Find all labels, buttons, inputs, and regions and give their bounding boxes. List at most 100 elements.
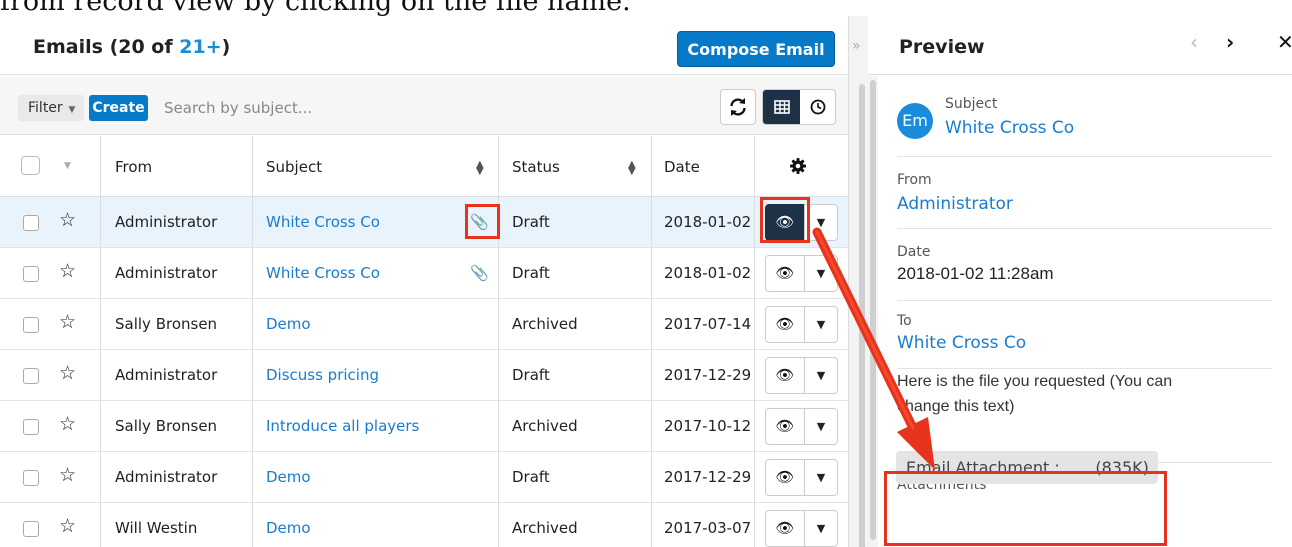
list-view-button[interactable] (763, 90, 800, 124)
subject-link[interactable]: Demo (266, 315, 311, 333)
column-divider (754, 197, 755, 248)
column-divider (651, 503, 652, 547)
column-divider (754, 503, 755, 547)
table-row[interactable]: ☆ Sally Bronsen Introduce all players Archi… (0, 401, 848, 452)
mass-actions-caret-icon[interactable]: ▼ (64, 161, 71, 171)
column-header-subject[interactable]: Subject (266, 158, 322, 176)
caret-down-icon: ▼ (65, 105, 76, 115)
list-count-link[interactable]: 21+ (179, 36, 221, 58)
subject-link[interactable]: Discuss pricing (266, 366, 379, 384)
row-checkbox[interactable] (23, 317, 39, 333)
row-checkbox[interactable] (23, 266, 39, 282)
star-icon[interactable]: ☆ (59, 464, 76, 486)
column-header-status[interactable]: Status (512, 158, 560, 176)
preview-button[interactable]: 👁 (765, 408, 805, 445)
collapse-panel-icon[interactable]: » (852, 38, 861, 54)
table-row[interactable]: ☆ Administrator Demo Draft 2017-12-29 👁 ▼ (0, 452, 848, 503)
row-checkbox[interactable] (23, 215, 39, 231)
star-icon[interactable]: ☆ (59, 413, 76, 435)
list-scrollbar[interactable]: » (848, 16, 868, 547)
scroll-thumb[interactable] (870, 80, 876, 540)
star-icon[interactable]: ☆ (59, 362, 76, 384)
close-icon[interactable]: ✕ (1277, 30, 1292, 54)
star-icon[interactable]: ☆ (59, 260, 76, 282)
select-all-checkbox[interactable] (21, 156, 40, 175)
column-header-date[interactable]: Date (664, 158, 700, 176)
row-checkbox[interactable] (23, 419, 39, 435)
preview-button[interactable]: 👁 (765, 255, 805, 292)
column-divider (252, 136, 253, 197)
next-record-icon[interactable]: › (1226, 30, 1234, 54)
row-actions-dropdown[interactable]: ▼ (804, 459, 838, 496)
subject-link[interactable]: White Cross Co (266, 264, 380, 282)
row-actions-dropdown[interactable]: ▼ (804, 408, 838, 445)
row-actions-dropdown[interactable]: ▼ (804, 255, 838, 292)
from-cell[interactable]: Administrator (115, 366, 217, 384)
gear-icon[interactable] (788, 156, 808, 176)
refresh-icon (730, 98, 746, 116)
compose-email-button[interactable]: Compose Email (677, 31, 835, 67)
from-cell[interactable]: Sally Bronsen (115, 315, 217, 333)
table-row[interactable]: ☆ Administrator White Cross Co 📎 Draft 2018-0… (0, 197, 848, 248)
preview-button[interactable]: 👁 (765, 510, 805, 547)
star-icon[interactable]: ☆ (59, 311, 76, 333)
date-cell: 2017-03-07 (664, 519, 752, 537)
caret-down-icon: ▼ (816, 216, 826, 229)
preview-panel: Preview ‹ › ✕ Em Subject White Cross Co … (868, 16, 1292, 547)
row-checkbox[interactable] (23, 368, 39, 384)
date-value: 2018-01-02 11:28am (897, 264, 1054, 283)
previous-record-icon[interactable]: ‹ (1190, 30, 1198, 54)
subject-value[interactable]: White Cross Co (945, 118, 1074, 138)
eye-icon: 👁 (775, 417, 795, 435)
star-icon[interactable]: ☆ (59, 515, 76, 537)
email-body-line: change this text) (897, 398, 1015, 415)
star-icon[interactable]: ☆ (59, 209, 76, 231)
preview-button[interactable]: 👁 (765, 306, 805, 343)
subject-label: Subject (945, 96, 998, 112)
subject-link[interactable]: White Cross Co (266, 213, 380, 231)
subject-link[interactable]: Demo (266, 468, 311, 486)
from-cell[interactable]: Sally Bronsen (115, 417, 217, 435)
table-row[interactable]: ☆ Administrator Discuss pricing Draft 2017-1… (0, 350, 848, 401)
preview-button[interactable]: 👁 (765, 459, 805, 496)
column-divider (100, 248, 101, 299)
filter-dropdown[interactable]: Filter ▼ (18, 95, 84, 121)
preview-button[interactable]: 👁 (765, 357, 805, 394)
table-row[interactable]: ☆ Administrator White Cross Co 📎 Draft 2018-0… (0, 248, 848, 299)
subject-link[interactable]: Introduce all players (266, 417, 419, 435)
table-row[interactable]: ☆ Will Westin Demo Archived 2017-03-07 👁 ▼ (0, 503, 848, 547)
to-value[interactable]: White Cross Co (897, 333, 1026, 353)
from-cell[interactable]: Administrator (115, 264, 217, 282)
search-input[interactable] (152, 93, 714, 123)
from-cell[interactable]: Administrator (115, 468, 217, 486)
from-cell[interactable]: Will Westin (115, 519, 197, 537)
create-filter-button[interactable]: Create (89, 95, 148, 121)
sort-icon[interactable]: ▲ ▼ (628, 160, 636, 177)
scroll-thumb[interactable] (859, 84, 865, 547)
column-header-from[interactable]: From (115, 158, 152, 176)
from-cell[interactable]: Administrator (115, 213, 217, 231)
column-divider (651, 197, 652, 248)
row-actions-dropdown[interactable]: ▼ (804, 510, 838, 547)
column-divider (754, 350, 755, 401)
row-actions-dropdown[interactable]: ▼ (804, 306, 838, 343)
table-row[interactable]: ☆ Sally Bronsen Demo Archived 2017-07-14 👁 ▼ (0, 299, 848, 350)
subject-link[interactable]: Demo (266, 519, 311, 537)
sort-icon[interactable]: ▲ ▼ (476, 160, 484, 177)
column-divider (252, 350, 253, 401)
row-checkbox[interactable] (23, 470, 39, 486)
refresh-button[interactable] (720, 89, 756, 125)
column-divider (498, 248, 499, 299)
view-toggle (762, 89, 836, 125)
email-body-line: Here is the file you requested (You can (897, 373, 1173, 390)
row-checkbox[interactable] (23, 521, 39, 537)
divider (897, 368, 1272, 369)
from-value[interactable]: Administrator (897, 194, 1013, 214)
module-avatar: Em (897, 103, 933, 139)
row-actions-dropdown[interactable]: ▼ (804, 357, 838, 394)
column-divider (252, 503, 253, 547)
table-header: ▼ From Subject ▲ ▼ Status ▲ ▼ Date (0, 136, 848, 197)
preview-scrollbar[interactable] (868, 76, 878, 547)
column-divider (651, 136, 652, 197)
activity-view-button[interactable] (800, 90, 835, 124)
